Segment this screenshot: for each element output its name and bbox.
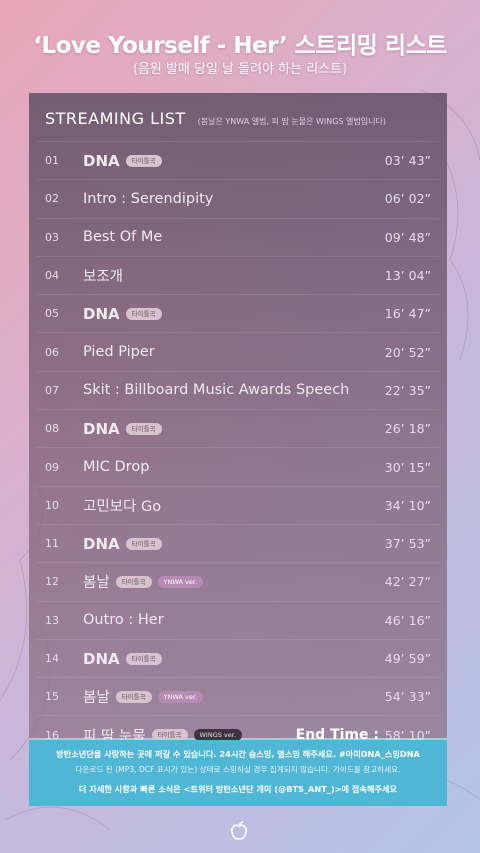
track-name: DNA — [83, 151, 120, 170]
track-name: 보조개 — [83, 269, 124, 286]
panel-header: STREAMING LIST (봄날은 YNWA 앨범, 피 땀 눈물은 WIN… — [45, 109, 386, 128]
apple-logo-icon — [231, 821, 247, 840]
track-name: Intro : Serendipity — [83, 190, 214, 207]
banner-line-2: 다운로드 된 (MP3, DCF 표시가 있는) 상태로 스밍하실 경우 집계되… — [75, 765, 401, 774]
track-row[interactable]: 03 Best Of Me 09’ 48” — [37, 217, 439, 256]
track-time: 54’ 33” — [384, 689, 431, 705]
streaming-list-panel: STREAMING LIST (봄날은 YNWA 앨범, 피 땀 눈물은 WIN… — [29, 93, 447, 745]
track-time: 34’ 10” — [384, 497, 431, 513]
track-name: MIC Drop — [83, 459, 150, 476]
panel-note: (봄날은 YNWA 앨범, 피 땀 눈물은 WINGS 앨범입니다) — [197, 117, 386, 126]
track-time: 13’ 04” — [384, 268, 431, 284]
ynwa-version-badge: YNWA ver. — [157, 690, 204, 703]
track-row[interactable]: 07 Skit : Billboard Music Awards Speech … — [37, 370, 439, 409]
track-name: DNA — [83, 419, 120, 438]
title-track-badge: 타이틀곡 — [115, 690, 152, 703]
track-row[interactable]: 10 고민보다 Go 34’ 10” — [37, 485, 439, 524]
page-title: ‘Love Yourself - Her’ 스트리밍 리스트 — [33, 33, 447, 59]
track-name: Pied Piper — [83, 344, 155, 361]
track-name: 봄날 — [83, 575, 110, 592]
track-row[interactable]: 08 DNA 타이틀곡 26’ 18” — [37, 409, 439, 447]
track-row[interactable]: 04 보조개 13’ 04” — [37, 255, 439, 294]
title-track-badge: 타이틀곡 — [125, 422, 162, 435]
track-row[interactable]: 09 MIC Drop 30’ 15” — [37, 447, 439, 485]
track-number: 05 — [45, 307, 59, 321]
track-time: 26’ 18” — [384, 421, 431, 437]
track-number: 15 — [45, 690, 59, 704]
track-number: 07 — [45, 383, 59, 397]
track-row[interactable]: 05 DNA 타이틀곡 16’ 47” — [37, 294, 439, 332]
track-number: 11 — [45, 537, 59, 551]
ynwa-version-badge: YNWA ver. — [157, 575, 204, 588]
track-row[interactable]: 01 DNA 타이틀곡 03’ 43” — [37, 141, 439, 179]
track-row[interactable]: 12 봄날 타이틀곡 YNWA ver. 42’ 27” — [37, 562, 439, 600]
title-track-badge: 타이틀곡 — [125, 652, 162, 665]
track-number: 09 — [45, 460, 59, 474]
track-time: 46’ 16” — [384, 612, 431, 628]
track-name: 봄날 — [83, 690, 110, 707]
info-banner: 방탄소년단을 사랑하는 곳에 퍼갈 수 있습니다. 24시간 숨스밍, 열스밍 … — [29, 740, 447, 806]
track-name: Outro : Her — [83, 612, 164, 629]
track-time: 30’ 15” — [384, 459, 431, 475]
banner-line-1: 방탄소년단을 사랑하는 곳에 퍼갈 수 있습니다. 24시간 숨스밍, 열스밍 … — [56, 749, 420, 759]
title-track-badge: 타이틀곡 — [115, 575, 152, 588]
track-time: 37’ 53” — [384, 536, 431, 552]
track-number: 02 — [45, 192, 59, 206]
track-number: 12 — [45, 575, 59, 589]
track-number: 10 — [45, 498, 59, 512]
panel-title: STREAMING LIST — [45, 109, 186, 128]
page-subtitle: (음원 발매 당일 날 돌려야 하는 리스트) — [132, 62, 348, 77]
track-time: 49’ 59” — [384, 651, 431, 666]
track-number: 04 — [45, 269, 59, 283]
track-time: 09’ 48” — [384, 229, 431, 245]
track-time: 42’ 27” — [384, 574, 431, 590]
title-track-badge: 타이틀곡 — [125, 154, 162, 167]
track-number: 13 — [45, 613, 59, 627]
track-number: 06 — [45, 345, 59, 359]
track-name: DNA — [83, 649, 120, 668]
track-number: 08 — [45, 422, 59, 436]
track-row[interactable]: 14 DNA 타이틀곡 49’ 59” — [37, 638, 439, 677]
track-name: DNA — [83, 534, 120, 553]
track-row[interactable]: 15 봄날 타이틀곡 YNWA ver. 54’ 33” — [37, 677, 439, 715]
title-track-badge: 타이틀곡 — [125, 537, 162, 550]
track-row[interactable]: 02 Intro : Serendipity 06’ 02” — [37, 179, 439, 217]
banner-line-3: 더 자세한 사항과 빠른 소식은 <트위터 방탄소년단 개미 (@BTS_ANT… — [78, 784, 398, 794]
track-name: Best Of Me — [83, 229, 163, 246]
track-row[interactable]: 13 Outro : Her 46’ 16” — [37, 600, 439, 639]
track-number: 01 — [45, 154, 59, 168]
track-name: 고민보다 Go — [83, 498, 162, 515]
track-number: 03 — [45, 230, 59, 244]
track-time: 22’ 35” — [384, 382, 431, 398]
title-track-badge: 타이틀곡 — [125, 307, 162, 320]
track-list: 01 DNA 타이틀곡 03’ 43” 02 Intro : Serendipi… — [37, 141, 439, 754]
track-time: 20’ 52” — [384, 344, 431, 360]
track-name: Skit : Billboard Music Awards Speech — [83, 382, 350, 399]
track-time: 16’ 47” — [384, 306, 431, 322]
track-number: 14 — [45, 652, 59, 665]
track-row[interactable]: 11 DNA 타이틀곡 37’ 53” — [37, 523, 439, 562]
track-row[interactable]: 06 Pied Piper 20’ 52” — [37, 332, 439, 370]
track-name: DNA — [83, 304, 120, 323]
track-time: 06’ 02” — [384, 191, 431, 207]
track-time: 03’ 43” — [384, 153, 431, 169]
